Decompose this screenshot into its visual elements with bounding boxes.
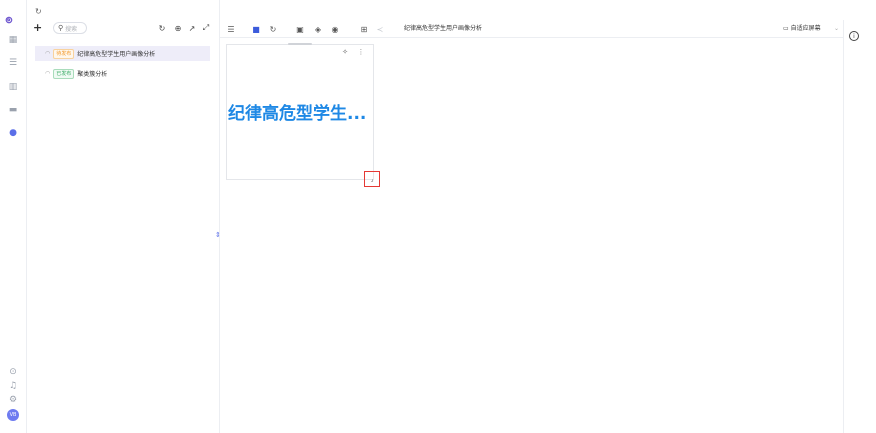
screen-mode-select[interactable]: ▭ 自适应屏幕 [783, 24, 821, 34]
grid-icon[interactable]: ▦ [7, 34, 19, 46]
bell-icon[interactable]: ♫ [7, 380, 19, 392]
pin-icon[interactable]: ✧ [340, 47, 350, 57]
page-title: 纪律高危型学生用户画像分析 [404, 25, 483, 32]
dashboard-item-icon: ◠ [45, 70, 51, 77]
layout-icon[interactable]: ⊞ [359, 24, 369, 34]
database-icon[interactable]: ☰ [7, 57, 19, 69]
save-icon[interactable]: ■ [251, 24, 261, 34]
refresh-tree-icon[interactable]: ↻ [157, 23, 167, 33]
collapse-icon[interactable]: ⤢ [201, 23, 211, 33]
panel-collapse-handle[interactable]: ⇕ [215, 231, 223, 241]
avatar[interactable]: VB [7, 409, 19, 421]
refresh-canvas-icon[interactable]: ↻ [268, 24, 278, 34]
preview-icon[interactable]: ◉ [330, 24, 340, 34]
tree-item-label: 纪律高危型学生用户画像分析 [77, 51, 156, 58]
tree-panel [27, 0, 220, 433]
chart-icon[interactable]: ▥ [7, 81, 19, 93]
more-icon[interactable]: ⋮ [357, 47, 365, 57]
widget-text: 纪律高危型学生... [228, 104, 367, 124]
status-badge: 已发布 [53, 68, 75, 79]
screen-mode-label: 自适应屏幕 [790, 25, 821, 32]
dashboard-icon[interactable]: ● [7, 127, 19, 139]
dashboard-item-icon: ◠ [45, 50, 51, 57]
screen-icon: ▭ [783, 25, 789, 32]
tree-item[interactable]: ◠ 待发布 纪律高危型学生用户画像分析 [35, 46, 210, 61]
app-logo[interactable]: ၜ [5, 11, 21, 27]
info-icon[interactable]: i [849, 31, 859, 41]
resize-handle[interactable]: ⌟ [364, 171, 380, 187]
expand-icon[interactable]: ↗ [187, 23, 197, 33]
component-icon[interactable]: ◈ [313, 24, 323, 34]
chevron-down-icon[interactable]: ⌄ [834, 24, 839, 34]
widget-drag-handle[interactable] [288, 43, 312, 45]
text-widget-icon[interactable]: ▣ [295, 24, 305, 34]
help-icon[interactable]: ⊙ [7, 366, 19, 378]
share-icon[interactable]: ≺ [375, 24, 385, 34]
search-placeholder: 搜索 [65, 25, 78, 33]
right-panel-divider [843, 20, 844, 433]
add-button[interactable]: + [33, 22, 47, 34]
menu-icon[interactable]: ☰ [226, 24, 236, 34]
folder-icon[interactable]: ▬ [7, 104, 19, 116]
status-badge: 待发布 [53, 48, 75, 59]
search-input[interactable]: ⚲ 搜索 [53, 22, 87, 34]
search-icon: ⚲ [58, 24, 64, 32]
tree-item[interactable]: ◠ 已发布 聚类簇分析 [35, 66, 210, 81]
settings-icon[interactable]: ⚙ [7, 394, 19, 406]
tree-item-label: 聚类簇分析 [77, 71, 108, 78]
locate-icon[interactable]: ⊕ [173, 23, 183, 33]
refresh-icon[interactable]: ↻ [35, 7, 45, 17]
